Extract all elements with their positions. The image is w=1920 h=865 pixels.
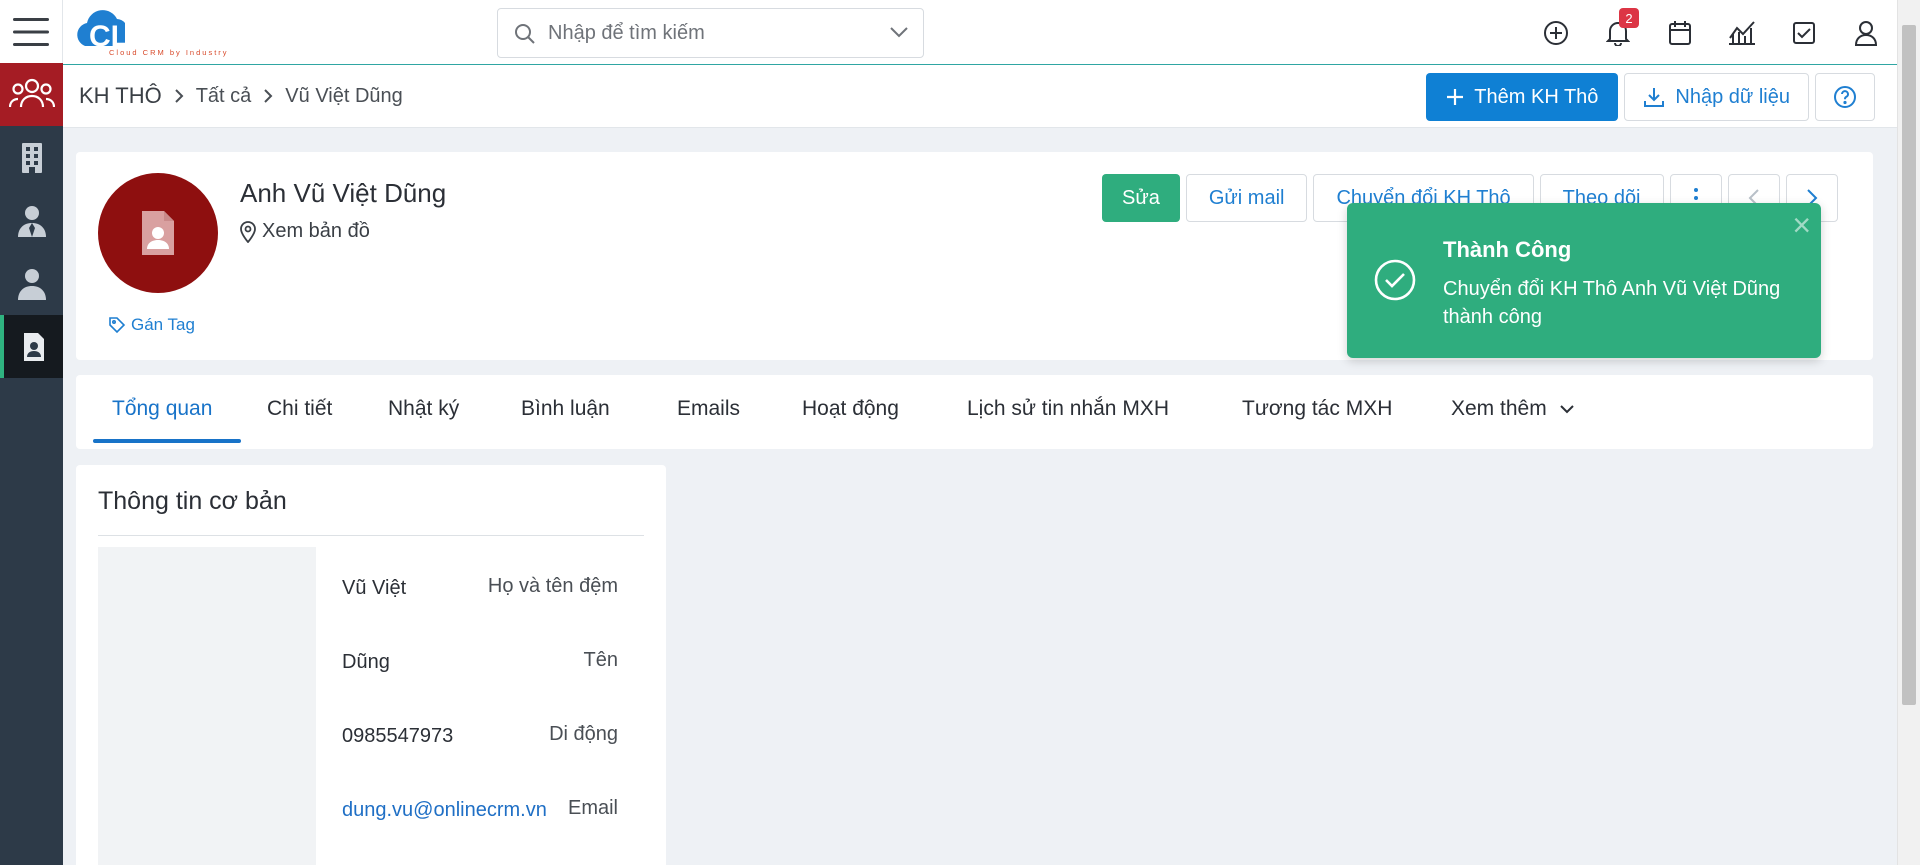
search-icon <box>515 24 535 44</box>
record-name: Anh Vũ Việt Dũng <box>240 178 447 208</box>
top-toolbar: 2 <box>1525 0 1897 65</box>
import-data-label: Nhập dữ liệu <box>1675 85 1790 108</box>
calendar-button[interactable] <box>1649 0 1711 65</box>
toast-message: Chuyển đổi KH Thô Anh Vũ Việt Dũng thành… <box>1443 278 1781 328</box>
tasks-button[interactable] <box>1773 0 1835 65</box>
checkbox-icon <box>1793 21 1815 44</box>
breadcrumb-bar: KH THÔ Tất cả Vũ Việt Dũng Thêm KH Thô N… <box>63 65 1897 128</box>
tab-activities[interactable]: Hoạt động <box>802 397 899 421</box>
search-input[interactable] <box>548 20 878 46</box>
tab-emails[interactable]: Emails <box>677 397 740 421</box>
field-label-first-name: Tên <box>583 649 618 671</box>
chevron-right-icon <box>263 88 273 104</box>
notifications-button[interactable]: 2 <box>1587 0 1649 65</box>
tag-icon <box>109 317 126 334</box>
basic-info-title: Thông tin cơ bản <box>98 487 287 515</box>
send-mail-button[interactable]: Gửi mail <box>1185 174 1308 222</box>
scrollbar-thumb[interactable] <box>1902 25 1916 705</box>
calendar-icon <box>1669 20 1691 45</box>
assign-tag-link[interactable]: Gán Tag <box>108 315 195 335</box>
reports-button[interactable] <box>1711 0 1773 65</box>
map-pin-icon <box>240 220 256 243</box>
tab-social-interactions[interactable]: Tương tác MXH <box>1242 397 1392 421</box>
close-icon[interactable]: × <box>1792 209 1811 241</box>
breadcrumb-record: Vũ Việt Dũng <box>285 84 403 107</box>
quick-create-button[interactable] <box>1525 0 1587 65</box>
chart-line-icon <box>1729 20 1755 45</box>
hamburger-icon <box>13 17 49 46</box>
plus-icon <box>1447 89 1464 105</box>
chevron-down-icon <box>1559 405 1574 414</box>
menu-button[interactable] <box>0 0 63 63</box>
tab-comments[interactable]: Bình luận <box>521 397 610 421</box>
help-button[interactable] <box>1815 73 1875 121</box>
tab-more-label: Xem thêm <box>1451 397 1547 420</box>
label-column <box>98 547 316 865</box>
cloudpro-logo[interactable]: CLOUDPRO Cloud CRM by Industry <box>71 6 301 58</box>
field-value-email[interactable]: dung.vu@onlinecrm.vn <box>342 799 547 822</box>
add-raw-lead-button[interactable]: Thêm KH Thô <box>1426 73 1619 121</box>
view-map-link[interactable]: Xem bản đồ <box>240 220 370 243</box>
left-rail <box>0 0 63 865</box>
assign-tag-label: Gán Tag <box>131 315 195 334</box>
avatar[interactable] <box>98 173 218 293</box>
plus-circle-icon <box>1544 20 1568 45</box>
view-map-label: Xem bản đồ <box>262 220 370 242</box>
field-label-mobile: Di động <box>549 723 618 745</box>
page-scrollbar[interactable] <box>1897 0 1920 865</box>
header-actions: Thêm KH Thô Nhập dữ liệu <box>1426 73 1875 121</box>
field-label-email: Email <box>567 797 618 819</box>
basic-info-table: Họ và tên đệm Vũ Việt Tên Dũng Di động 0… <box>98 547 644 865</box>
rail-item-contacts[interactable] <box>0 189 63 252</box>
tab-more[interactable]: Xem thêm <box>1451 397 1575 421</box>
breadcrumb: KH THÔ Tất cả Vũ Việt Dũng <box>79 83 403 109</box>
tab-details[interactable]: Chi tiết <box>267 397 332 421</box>
active-tab-indicator <box>93 439 241 443</box>
add-raw-lead-label: Thêm KH Thô <box>1474 85 1599 108</box>
record-tabs: Tổng quan Chi tiết Nhật ký Bình luận Ema… <box>76 375 1873 449</box>
tab-social-messages[interactable]: Lịch sử tin nhắn MXH <box>967 397 1169 421</box>
account-button[interactable] <box>1835 0 1897 65</box>
download-icon <box>1644 88 1665 107</box>
field-label-middle-name: Họ và tên đệm <box>487 575 618 597</box>
contact-card-icon <box>23 332 44 361</box>
toast-title: Thành Công <box>1443 237 1572 262</box>
notification-badge: 2 <box>1619 8 1639 28</box>
user-tie-icon <box>17 205 46 237</box>
rail-item-users[interactable] <box>0 252 63 315</box>
basic-info-card: Thông tin cơ bản Họ và tên đệm Vũ Việt T… <box>76 465 666 865</box>
user-icon <box>17 268 46 300</box>
contact-file-icon <box>142 211 174 255</box>
chevron-down-icon[interactable] <box>889 25 909 39</box>
field-value-first-name[interactable]: Dũng <box>342 651 390 674</box>
help-icon <box>1834 86 1856 108</box>
breadcrumb-all[interactable]: Tất cả <box>196 85 252 108</box>
svg-text:Cloud CRM by Industry: Cloud CRM by Industry <box>109 48 229 57</box>
field-value-middle-name[interactable]: Vũ Việt <box>342 577 406 600</box>
tab-log[interactable]: Nhật ký <box>388 397 459 421</box>
rail-item-leads[interactable] <box>0 63 63 126</box>
users-group-icon <box>8 78 55 107</box>
global-search[interactable] <box>497 8 924 58</box>
import-data-button[interactable]: Nhập dữ liệu <box>1624 73 1809 121</box>
success-toast: Thành Công Chuyển đổi KH Thô Anh Vũ Việt… <box>1347 203 1821 358</box>
tab-overview[interactable]: Tổng quan <box>112 397 212 421</box>
rail-item-raw-leads[interactable] <box>0 315 63 378</box>
building-icon <box>21 142 42 173</box>
edit-button[interactable]: Sửa <box>1102 174 1180 222</box>
rail-item-organizations[interactable] <box>0 126 63 189</box>
top-bar: CLOUDPRO Cloud CRM by Industry 2 <box>63 0 1897 65</box>
field-value-mobile[interactable]: 0985547973 <box>342 725 453 748</box>
divider <box>98 535 644 536</box>
breadcrumb-module[interactable]: KH THÔ <box>79 83 162 109</box>
check-circle-icon <box>1374 259 1416 301</box>
user-outline-icon <box>1854 20 1878 46</box>
chevron-right-icon <box>174 88 184 104</box>
